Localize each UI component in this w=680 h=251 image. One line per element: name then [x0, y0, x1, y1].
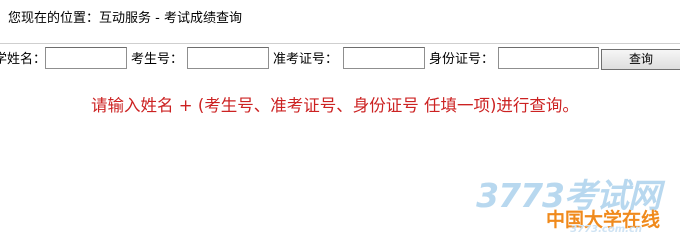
divider [0, 43, 680, 44]
watermark-logo: 3773考试网 中国大学在线 3773.com.cn [476, 178, 661, 240]
instruction-text: 请输入姓名 + (考生号、准考证号、身份证号 任填一项)进行查询。 [91, 96, 579, 115]
search-form: 学姓名： 考生号： 准考证号： 身份证号： 查询 [0, 47, 680, 73]
breadcrumb: 您现在的位置：互动服务 - 考试成绩查询 [8, 11, 242, 26]
name-label: 学姓名： [0, 52, 47, 67]
exam-number-input[interactable] [187, 47, 269, 69]
id-number-input[interactable] [498, 47, 599, 69]
watermark-domain: 3773.com.cn [570, 224, 642, 235]
ticket-number-label: 准考证号： [273, 52, 339, 67]
ticket-number-input[interactable] [343, 47, 425, 69]
id-number-label: 身份证号： [429, 52, 495, 67]
name-input[interactable] [45, 47, 127, 69]
exam-number-label: 考生号： [131, 52, 184, 67]
query-button[interactable]: 查询 [601, 49, 680, 70]
